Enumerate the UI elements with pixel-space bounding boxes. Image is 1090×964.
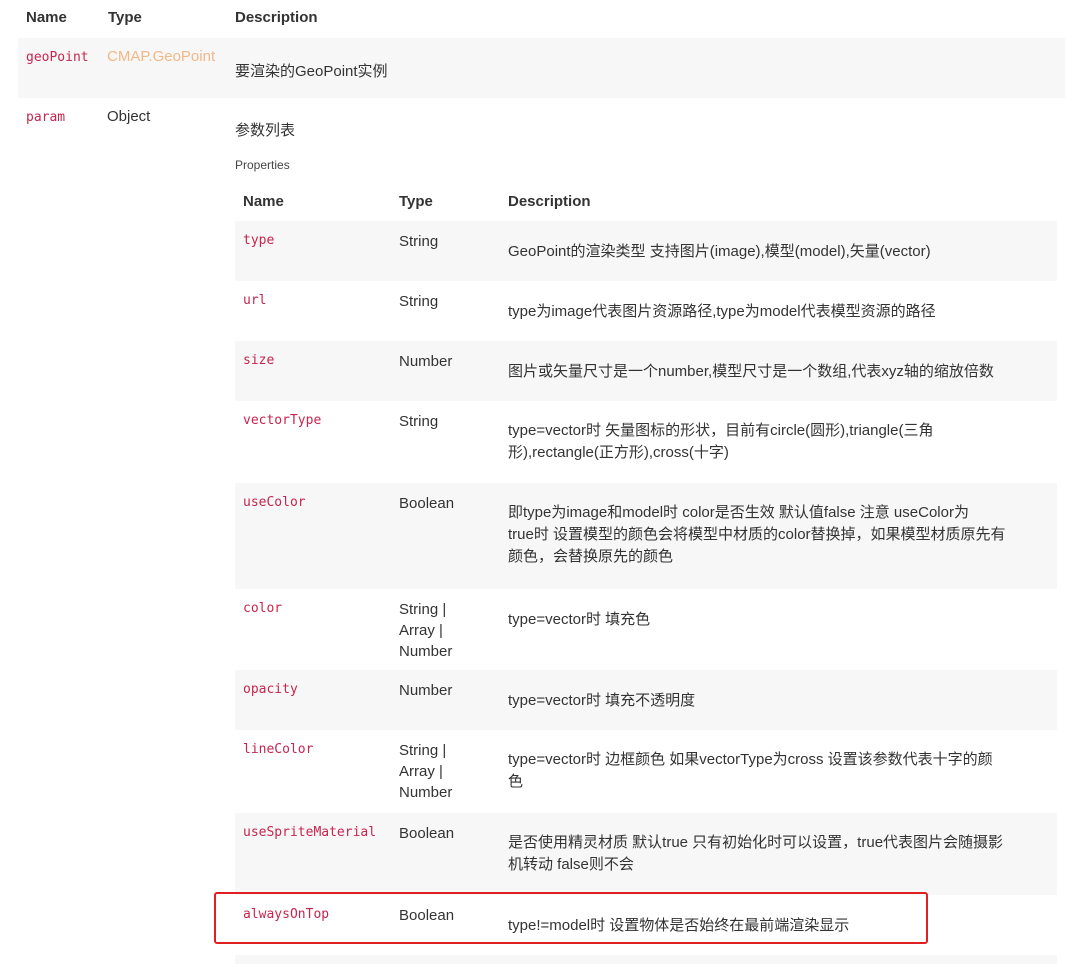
type-line: Number xyxy=(399,784,453,801)
property-row-size: size Number 图片或矢量尺寸是一个number,模型尺寸是一个数组,代… xyxy=(235,341,1057,401)
param-type: Object xyxy=(107,108,151,125)
property-row-vectortype: vectorType String type=vector时 矢量图标的形状，目… xyxy=(235,401,1057,483)
property-row-color: color String | Array | Number type=vecto… xyxy=(235,589,1057,670)
outer-row-geopoint: geoPoint CMAP.GeoPoint 要渲染的GeoPoint实例 xyxy=(18,38,1065,98)
inner-table-header: Name Type Description xyxy=(235,182,1057,220)
property-type: Boolean xyxy=(399,495,455,512)
type-line: Number xyxy=(399,643,453,660)
property-description: GeoPoint的渲染类型 支持图片(image),模型(model),矢量(v… xyxy=(508,243,931,260)
type-line: String | xyxy=(399,601,447,618)
property-name: useSpriteMaterial xyxy=(243,825,377,840)
property-row-usecolor: useColor Boolean 即type为image和model时 colo… xyxy=(235,483,1057,589)
property-description: type=vector时 矢量图标的形状，目前有circle(圆形),trian… xyxy=(508,420,1053,464)
description-line: type=vector时 矢量图标的形状，目前有circle(圆形),trian… xyxy=(508,422,934,439)
description-line: 形),rectangle(正方形),cross(十字) xyxy=(508,444,729,461)
property-type: String xyxy=(399,233,439,250)
properties-label: Properties xyxy=(235,158,290,172)
header-type: Type xyxy=(108,9,142,26)
property-description: type=vector时 填充色 xyxy=(508,611,651,628)
property-name: size xyxy=(243,353,275,368)
header-description: Description xyxy=(235,9,318,26)
property-name: useColor xyxy=(243,495,306,510)
property-row-linecolor: lineColor String | Array | Number type=v… xyxy=(235,730,1057,813)
type-line: Array | xyxy=(399,763,443,780)
property-row-type: type String GeoPoint的渲染类型 支持图片(image),模型… xyxy=(235,221,1057,281)
property-description: 图片或矢量尺寸是一个number,模型尺寸是一个数组,代表xyz轴的缩放倍数 xyxy=(508,363,994,380)
property-description: 是否使用精灵材质 默认true 只有初始化时可以设置，true代表图片会随摄影 … xyxy=(508,832,1053,876)
property-name: type xyxy=(243,233,275,248)
header-name: Name xyxy=(26,9,67,26)
property-name: lineColor xyxy=(243,742,314,757)
property-description: 即type为image和model时 color是否生效 默认值false 注意… xyxy=(508,502,1053,568)
param-description: 参数列表 xyxy=(235,122,296,139)
property-description: type=vector时 边框颜色 如果vectorType为cross 设置该… xyxy=(508,749,1053,793)
property-row-url: url String type为image代表图片资源路径,type为model… xyxy=(235,281,1057,341)
type-line: Array | xyxy=(399,622,443,639)
param-name: param xyxy=(26,110,66,125)
property-row-opacity: opacity Number type=vector时 填充不透明度 xyxy=(235,670,1057,730)
description-line: true时 设置模型的颜色会将模型中材质的color替换掉，如果模型材质原先有 xyxy=(508,526,1006,543)
param-description: 要渲染的GeoPoint实例 xyxy=(235,63,388,80)
property-description: type=vector时 填充不透明度 xyxy=(508,692,696,709)
property-type: String xyxy=(399,293,439,310)
property-type: String xyxy=(399,413,439,430)
inner-header-description: Description xyxy=(508,193,591,210)
inner-header-name: Name xyxy=(243,193,284,210)
description-line: 机转动 false则不会 xyxy=(508,856,634,873)
description-line: 是否使用精灵材质 默认true 只有初始化时可以设置，true代表图片会随摄影 xyxy=(508,834,1004,851)
property-name: url xyxy=(243,293,267,308)
type-link[interactable]: CMAP.GeoPoint xyxy=(107,48,215,65)
property-type: String | Array | Number xyxy=(399,740,489,803)
property-name: color xyxy=(243,601,283,616)
property-row-usespritematerial: useSpriteMaterial Boolean 是否使用精灵材质 默认tru… xyxy=(235,813,1057,895)
property-type: String | Array | Number xyxy=(399,599,489,662)
outer-table-header: Name Type Description xyxy=(18,0,1065,38)
property-row-next xyxy=(235,955,1057,964)
inner-header-type: Type xyxy=(399,193,433,210)
param-name: geoPoint xyxy=(26,50,89,65)
description-line: 即type为image和model时 color是否生效 默认值false 注意… xyxy=(508,504,969,521)
property-name: vectorType xyxy=(243,413,322,428)
description-line: type=vector时 边框颜色 如果vectorType为cross 设置该… xyxy=(508,751,993,768)
type-line: String | xyxy=(399,742,447,759)
description-line: 颜色，会替换原先的颜色 xyxy=(508,548,674,565)
property-type: Boolean xyxy=(399,825,455,842)
api-doc-page: Name Type Description geoPoint CMAP.GeoP… xyxy=(0,0,1090,964)
property-type: Number xyxy=(399,353,453,370)
highlight-box xyxy=(214,892,928,944)
description-line: 色 xyxy=(508,773,524,790)
property-description: type为image代表图片资源路径,type为model代表模型资源的路径 xyxy=(508,303,936,320)
property-type: Number xyxy=(399,682,453,699)
property-name: opacity xyxy=(243,682,298,697)
